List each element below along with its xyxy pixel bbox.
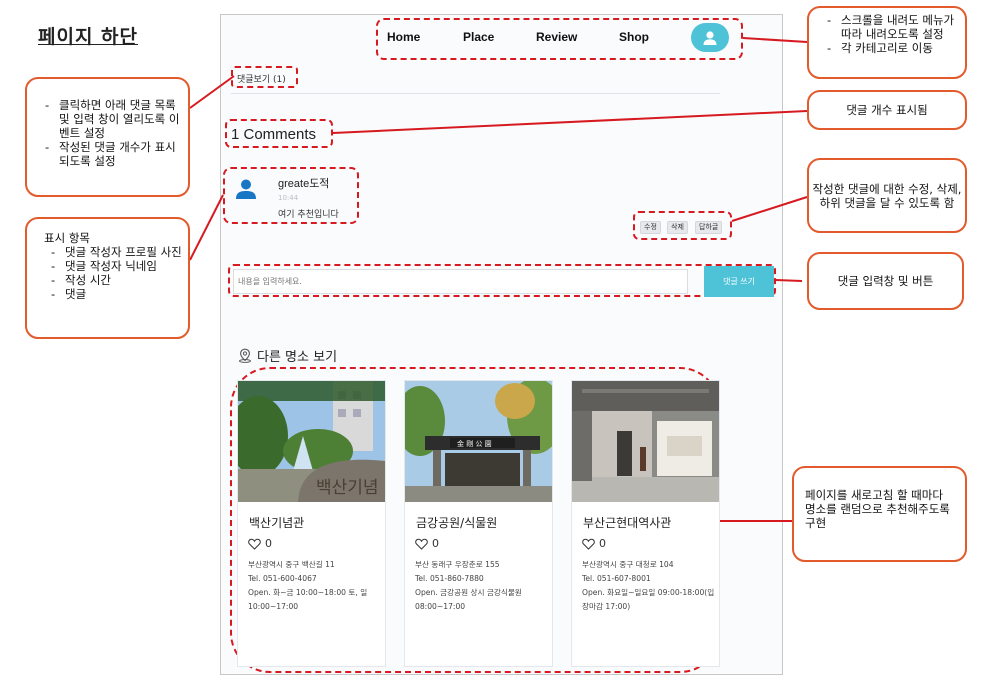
place-hours: Open. 금강공원 상시 금강식물원 08:00~17:00	[415, 588, 522, 611]
comment-input[interactable]	[233, 269, 688, 294]
nav-note: 스크롤을 내려도 메뉴가 따라 내려오도록 설정 각 카테고리로 이동	[807, 6, 967, 79]
display-items-note: 표시 항목 댓글 작성자 프로필 사진 댓글 작성자 닉네임 작성 시간 댓글	[25, 217, 190, 339]
place-like[interactable]: 0	[582, 537, 606, 550]
place-name: 금강공원/식물원	[416, 516, 498, 530]
map-pin-icon	[239, 348, 251, 363]
place-address: 부산광역시 중구 대청로 104	[582, 560, 674, 569]
comments-toggle-note: 클릭하면 아래 댓글 목록 및 입력 창이 열리도록 이벤트 설정 작성된 댓글…	[25, 77, 190, 197]
note-line: 댓글	[49, 287, 182, 301]
comment-body: 여기 추천입니다	[278, 210, 339, 220]
comment-count-note: 댓글 개수 표시됨	[807, 90, 967, 130]
nav-home-link[interactable]: Home	[387, 30, 420, 44]
place-name: 부산근현대역사관	[583, 516, 672, 530]
place-info: 부산광역시 중구 대청로 104 Tel. 051-607-8001 Open.…	[582, 558, 717, 614]
place-address: 부산 동래구 우장춘로 155	[415, 560, 500, 569]
note-line: 댓글 작성자 프로필 사진	[49, 245, 182, 259]
like-count: 0	[599, 537, 606, 550]
comment-submit-button[interactable]: 댓글 쓰기	[704, 266, 774, 297]
place-hours: Open. 화~금 10:00~18:00 토, 일 10:00~17:00	[248, 588, 368, 611]
place-image: 백산기념	[238, 381, 385, 502]
place-tel: Tel. 051-607-8001	[582, 574, 651, 583]
like-count: 0	[265, 537, 272, 550]
svg-text:金 剛 公 園: 金 剛 公 園	[457, 439, 492, 448]
note-line: 각 카테고리로 이동	[825, 41, 961, 55]
place-image: 金 剛 公 園	[405, 381, 552, 502]
note-line: 클릭하면 아래 댓글 목록 및 입력 창이 열리도록 이벤트 설정	[43, 98, 182, 140]
like-count: 0	[432, 537, 439, 550]
comments-toggle-highlight: 댓글보기 (1)	[231, 66, 298, 88]
comment-count-highlight: 1 Comments	[225, 119, 333, 148]
random-places-note: 페이지를 새로고침 할 때마다 명소를 랜덤으로 추천해주도록 구현	[792, 466, 967, 562]
place-card[interactable]: 金 剛 公 園 금강공원/식물원 0 부산 동래구 우장춘로 155 Tel. …	[404, 380, 553, 667]
page-heading: 페이지 하단	[38, 26, 139, 48]
user-profile-button[interactable]	[691, 23, 729, 52]
place-like[interactable]: 0	[415, 537, 439, 550]
user-icon	[703, 30, 717, 45]
heart-icon	[415, 538, 428, 550]
other-places-title: 다른 명소 보기	[238, 346, 337, 365]
note-line: 작성된 댓글 개수가 표시되도록 설정	[43, 140, 182, 168]
note-line: 댓글 작성자 닉네임	[49, 259, 182, 273]
comment-actions: 수정 삭제 답하글	[633, 211, 732, 240]
heart-icon	[248, 538, 261, 550]
nav-shop-link[interactable]: Shop	[619, 30, 649, 44]
comment-author: greate도적	[278, 178, 330, 190]
edit-comment-button[interactable]: 수정	[640, 221, 661, 234]
place-address: 부산광역시 중구 백산길 11	[248, 560, 335, 569]
comment-input-note: 댓글 입력창 및 버튼	[807, 252, 964, 310]
comment-time: 10:44	[278, 194, 299, 202]
place-info: 부산 동래구 우장춘로 155 Tel. 051-860-7880 Open. …	[415, 558, 550, 614]
profile-avatar-icon	[236, 179, 256, 199]
place-info: 부산광역시 중구 백산길 11 Tel. 051-600-4067 Open. …	[248, 558, 383, 614]
place-image	[572, 381, 719, 502]
reply-comment-button[interactable]: 답하글	[695, 221, 723, 234]
delete-comment-button[interactable]: 삭제	[667, 221, 688, 234]
divider	[231, 93, 720, 94]
place-name: 백산기념관	[249, 516, 305, 530]
svg-text:백산기념: 백산기념	[316, 478, 379, 498]
place-tel: Tel. 051-600-4067	[248, 574, 317, 583]
note-line: 작성 시간	[49, 273, 182, 287]
place-tel: Tel. 051-860-7880	[415, 574, 484, 583]
place-hours: Open. 화요일~일요일 09:00-18:00(입장마감 17:00)	[582, 588, 715, 611]
top-nav: Home Place Review Shop	[376, 18, 743, 60]
note-lead: 표시 항목	[44, 231, 90, 245]
note-line: 스크롤을 내려도 메뉴가 따라 내려오도록 설정	[825, 13, 961, 41]
comment-actions-note: 작성한 댓글에 대한 수정, 삭제, 하위 댓글을 달 수 있도록 함	[807, 158, 967, 233]
place-card[interactable]: 부산근현대역사관 0 부산광역시 중구 대청로 104 Tel. 051-607…	[571, 380, 720, 667]
other-places-title-text: 다른 명소 보기	[257, 350, 338, 365]
comment-count: 1 Comments	[231, 126, 317, 143]
heart-icon	[582, 538, 595, 550]
place-card[interactable]: 백산기념 백산기념관 0 부산광역시 중구 백산길 11 Tel. 051-60…	[237, 380, 386, 667]
comments-toggle[interactable]: 댓글보기 (1)	[237, 72, 286, 85]
comment-form: 댓글 쓰기	[228, 264, 776, 297]
nav-place-link[interactable]: Place	[463, 30, 494, 44]
nav-review-link[interactable]: Review	[536, 30, 577, 44]
comment-item: greate도적 10:44 여기 추천입니다	[223, 167, 359, 224]
place-like[interactable]: 0	[248, 537, 272, 550]
